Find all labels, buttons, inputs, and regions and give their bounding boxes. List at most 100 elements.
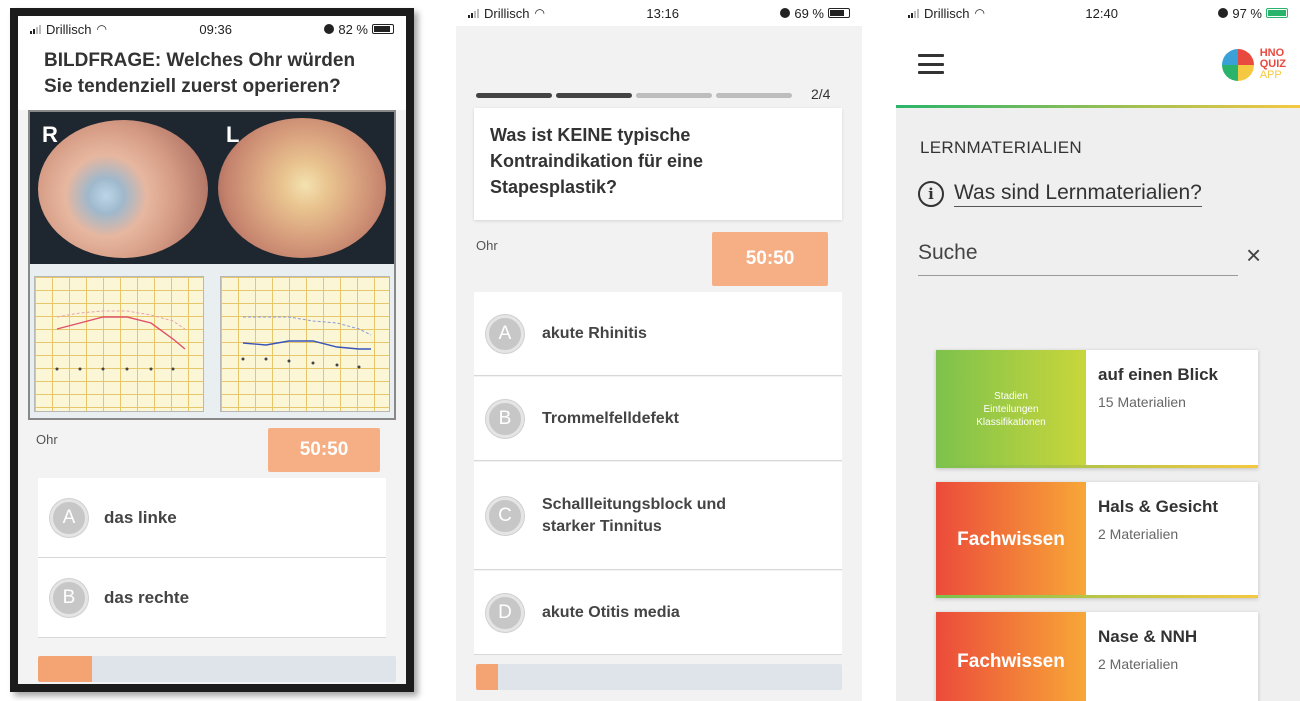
material-card-nase-nnh[interactable]: Fachwissen Nase & NNH 2 Materialien [936, 612, 1258, 701]
carrier-name: Drillisch [46, 21, 92, 37]
material-thumbnail-text: Fachwissen [957, 529, 1065, 550]
answer-option-b[interactable]: B Trommelfelldefekt [474, 377, 842, 461]
logo-head-icon [1221, 48, 1254, 81]
material-title: auf einen Blick [1098, 365, 1218, 384]
step-indicator [476, 88, 846, 102]
answer-letter-b: B [486, 399, 524, 438]
signal-icon [908, 8, 919, 18]
answer-letter-a: A [50, 498, 88, 537]
header-accent-line [896, 105, 1300, 108]
material-count: 2 Materialien [1098, 526, 1179, 542]
question-text: BILDFRAGE: Welches Ohr würden Sie tenden… [18, 42, 406, 110]
left-eardrum-photo [218, 118, 386, 258]
carrier-name: Drillisch [484, 5, 530, 21]
do-not-disturb-icon [780, 8, 791, 18]
audiogram-right [34, 276, 204, 412]
do-not-disturb-icon [1218, 8, 1229, 18]
question-text: Was ist KEINE typische Kontraindikation … [490, 125, 704, 197]
phone-screen-text-question: Drillisch ◠ 13:16 69 % 2/4 Was ist KEINE… [456, 0, 862, 701]
material-thumbnail: Fachwissen [936, 612, 1086, 701]
battery-percent: 69 % [794, 5, 824, 21]
answer-option-c[interactable]: C Schallleitungsblock und starker Tinnit… [474, 462, 842, 570]
battery-icon [827, 8, 850, 18]
battery-percent: 82 % [338, 21, 368, 37]
material-title: Nase & NNH [1098, 627, 1198, 646]
phone-screen-image-question: Drillisch ◠ 09:36 82 % BILDFRAGE: Welche… [10, 8, 414, 692]
battery-icon [1265, 8, 1288, 18]
answer-letter-d: D [486, 593, 524, 632]
answer-letter-b: B [50, 578, 88, 617]
battery-level [1267, 10, 1286, 16]
logo-line-3: APP [1259, 69, 1282, 81]
material-card-hals-gesicht[interactable]: Fachwissen Hals & Gesicht 2 Materialien [936, 482, 1258, 598]
do-not-disturb-icon [324, 24, 335, 34]
answer-option-a[interactable]: A akute Rhinitis [474, 292, 842, 376]
wifi-icon: ◠ [96, 22, 107, 36]
info-link[interactable]: Was sind Lernmaterialien? [954, 180, 1202, 207]
audiogram-left [220, 276, 390, 412]
answer-option-b[interactable]: B das rechte [38, 558, 386, 638]
material-thumbnail: Fachwissen [936, 482, 1086, 598]
status-time: 12:40 [1085, 5, 1118, 21]
quiz-progress-bar [38, 656, 396, 682]
carrier-name: Drillisch [924, 5, 970, 21]
status-bar: Drillisch ◠ 13:16 69 % [456, 0, 862, 26]
wifi-icon: ◠ [534, 6, 545, 20]
step-segment-4 [716, 92, 792, 98]
fifty-fifty-button[interactable]: 50:50 [268, 428, 380, 472]
signal-icon [30, 24, 41, 34]
battery-level [373, 26, 391, 32]
phone-screen-learning-materials: Drillisch ◠ 12:40 97 % HNO QUIZ APP LERN… [896, 0, 1300, 701]
answer-option-a[interactable]: A das linke [38, 478, 386, 558]
right-eardrum-photo [38, 120, 208, 258]
answer-text-c: Schallleitungsblock und starker Tinnitus [542, 495, 727, 535]
page-title: LERNMATERIALIEN [920, 138, 1082, 157]
app-header: HNO QUIZ APP [896, 26, 1300, 108]
question-image[interactable]: R L [28, 110, 396, 420]
right-ear-label: R [42, 122, 58, 147]
answer-letter-c: C [486, 496, 524, 535]
clear-search-icon[interactable]: × [1246, 238, 1261, 272]
step-segment-1 [476, 92, 552, 98]
menu-icon[interactable] [918, 54, 944, 74]
audiogram-right-curves [55, 310, 186, 371]
answer-text-a: akute Rhinitis [542, 324, 647, 342]
battery-percent: 97 % [1232, 5, 1262, 21]
material-thumbnail-text: Fachwissen [957, 651, 1065, 672]
info-link-row[interactable]: i Was sind Lernmaterialien? [918, 180, 1202, 207]
answer-letter-a: A [486, 314, 524, 353]
quiz-progress-bar [476, 664, 842, 690]
audiogram-left-curves [241, 316, 372, 369]
left-ear-label: L [226, 122, 240, 147]
step-segment-3 [636, 92, 712, 98]
status-bar: Drillisch ◠ 09:36 82 % [18, 16, 406, 42]
answer-text-a: das linke [104, 507, 177, 527]
otoscopy-image: R L [30, 112, 394, 264]
status-time: 09:36 [199, 21, 232, 37]
status-bar: Drillisch ◠ 12:40 97 % [896, 0, 1300, 26]
wifi-icon: ◠ [974, 6, 985, 20]
fifty-fifty-button[interactable]: 50:50 [712, 232, 828, 286]
status-time: 13:16 [646, 5, 679, 21]
question-card: Was ist KEINE typische Kontraindikation … [474, 108, 842, 220]
material-card-overview[interactable]: Stadien Einteilungen Klassifikationen au… [936, 350, 1258, 468]
material-title: Hals & Gesicht [1098, 497, 1218, 516]
quiz-progress-fill [38, 656, 92, 682]
card-accent-line [936, 465, 1258, 468]
battery-icon [371, 24, 394, 34]
answer-text-b: Trommelfelldefekt [542, 409, 679, 427]
step-segment-2 [556, 92, 632, 98]
material-thumbnail: Stadien Einteilungen Klassifikationen [936, 350, 1086, 468]
signal-icon [468, 8, 479, 18]
answer-option-d[interactable]: D akute Otitis media [474, 571, 842, 655]
screenshot-collage: Drillisch ◠ 09:36 82 % BILDFRAGE: Welche… [0, 0, 1300, 701]
answer-text-d: akute Otitis media [542, 603, 680, 621]
category-label: Ohr [476, 238, 498, 253]
step-counter: 2/4 [811, 86, 831, 102]
material-count: 2 Materialien [1098, 656, 1179, 672]
info-icon: i [918, 180, 944, 207]
category-label: Ohr [36, 432, 58, 447]
search-input[interactable]: Suche [918, 236, 1238, 276]
battery-level [829, 10, 844, 16]
material-thumbnail-text: Stadien Einteilungen Klassifikationen [976, 390, 1046, 428]
